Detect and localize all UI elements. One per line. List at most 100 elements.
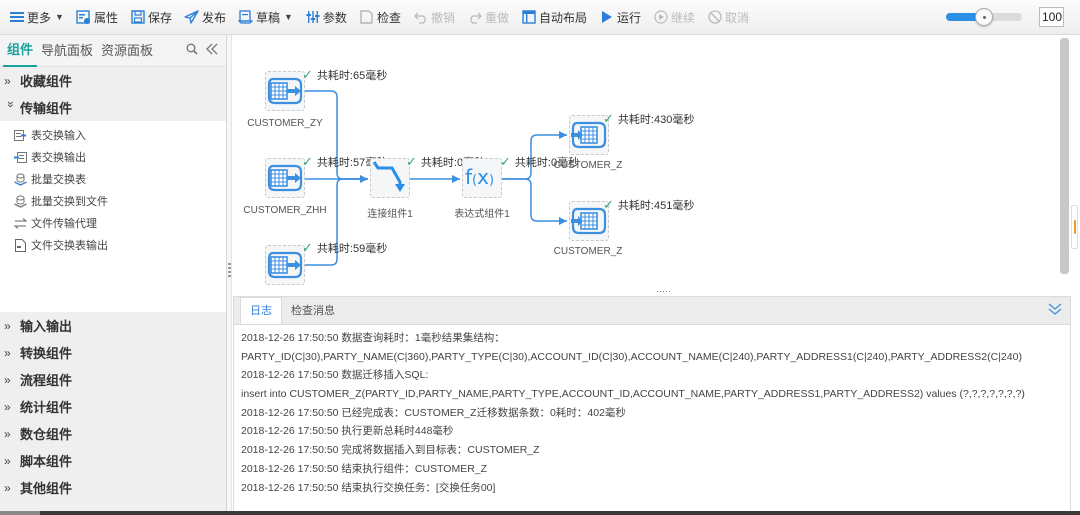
bottom-scrollbar[interactable] (0, 511, 1080, 515)
panel-splitter[interactable] (227, 35, 232, 515)
group-input-output[interactable]: » 输入输出 (0, 312, 226, 339)
group-statistics[interactable]: » 统计组件 (0, 393, 226, 420)
node-status: ✓ 共耗时:65毫秒 (302, 67, 387, 83)
save-icon (130, 9, 146, 25)
node-status: ✓ 共耗时:59毫秒 (302, 240, 387, 256)
edge-arrowhead (360, 175, 368, 183)
flow-node-source-3[interactable] (265, 245, 305, 285)
success-check-icon: ✓ (302, 240, 313, 255)
tab-navigation-panel[interactable]: 导航面板 (37, 35, 97, 67)
node-label: CUSTOMER_Z (553, 246, 623, 257)
group-flow[interactable]: » 流程组件 (0, 366, 226, 393)
undo-button[interactable]: 撤销 (408, 5, 460, 29)
component-file-transfer-agent[interactable]: 文件传输代理 (0, 212, 226, 234)
timing-text: 共耗时:65毫秒 (316, 70, 388, 82)
group-data-warehouse[interactable]: » 数仓组件 (0, 420, 226, 447)
timing-text: 共耗时:430毫秒 (617, 114, 695, 126)
group-favorites[interactable]: » 收藏组件 (0, 67, 226, 94)
component-batch-to-file[interactable]: 批量交换到文件 (0, 190, 226, 212)
log-lines: 2018-12-26 17:50:50 数据查询耗时：1毫秒结果集结构： PAR… (234, 325, 1070, 497)
node-status: ✓ 共耗时:451毫秒 (603, 197, 694, 213)
component-table-output[interactable]: 表交换输出 (0, 146, 226, 168)
flow-node-customer-zy[interactable] (265, 71, 305, 111)
group-script[interactable]: » 脚本组件 (0, 447, 226, 474)
splitter-grip-icon[interactable] (228, 263, 231, 279)
tab-resource-panel[interactable]: 资源面板 (97, 35, 157, 67)
menu-icon (9, 9, 25, 25)
check-button[interactable]: 检查 (354, 5, 406, 29)
check-label: 检查 (376, 10, 401, 25)
log-line: 2018-12-26 17:50:50 数据查询耗时：1毫秒结果集结构： (241, 332, 505, 344)
properties-button[interactable]: 属性 (71, 5, 123, 29)
component-file-table-output[interactable]: 文件交换表输出 (0, 234, 226, 256)
log-line: PARTY_ID(C|30),PARTY_NAME(C|360),PARTY_T… (241, 350, 1022, 363)
tab-log[interactable]: 日志 (240, 297, 282, 324)
join-icon (372, 161, 405, 192)
flow-node-customer-zhh[interactable] (265, 158, 305, 198)
auto-layout-button[interactable]: 自动布局 (516, 5, 592, 29)
collapse-log-icon[interactable] (1048, 302, 1062, 319)
flow-canvas[interactable]: CUSTOMER_ZY ✓ 共耗时:65毫秒 CUSTOMER_ZHH ✓ 共耗时:… (233, 35, 1071, 295)
tab-check-messages[interactable]: 检查消息 (282, 298, 344, 324)
redo-button[interactable]: 重做 (462, 5, 514, 29)
canvas-resize-handle[interactable]: ····· (656, 286, 671, 296)
redo-icon (467, 9, 483, 25)
collapse-chevron-icon: » (4, 100, 18, 108)
bottom-scroll-thumb[interactable] (0, 511, 40, 515)
canvas-vertical-scrollbar[interactable] (1060, 38, 1069, 274)
edge-expr-z2[interactable] (502, 178, 567, 222)
run-button[interactable]: 运行 (594, 5, 646, 29)
item-label: 批量交换到文件 (31, 196, 108, 208)
node-status: ✓ 共耗时:430毫秒 (603, 111, 694, 127)
resume-button[interactable]: 继续 (648, 5, 700, 29)
zoom-slider[interactable] (946, 8, 1022, 26)
batch-exchange-icon (13, 172, 27, 186)
success-check-icon: ✓ (500, 154, 511, 169)
save-button[interactable]: 保存 (125, 5, 177, 29)
flow-node-join[interactable] (370, 158, 410, 198)
node-label: 连接组件1 (367, 209, 413, 220)
log-line: insert into CUSTOMER_Z(PARTY_ID,PARTY_NA… (241, 388, 1025, 401)
group-label: 数仓组件 (20, 427, 73, 442)
group-transfer[interactable]: » 传输组件 (0, 94, 226, 121)
flow-node-expression[interactable]: f(x) (462, 158, 502, 198)
table-input-icon (13, 128, 27, 142)
canvas-scroll-thumb[interactable] (1071, 205, 1078, 249)
tab-components[interactable]: 组件 (3, 35, 38, 67)
play-icon (599, 9, 615, 25)
log-line: 2018-12-26 17:50:50 执行更新总耗时448毫秒 (241, 425, 454, 438)
timing-text: 共耗时:59毫秒 (316, 243, 388, 255)
properties-label: 属性 (93, 10, 118, 25)
more-menu-button[interactable]: 更多 ▼ (4, 5, 69, 29)
transfer-arrows-icon (13, 216, 27, 230)
group-transform[interactable]: » 转换组件 (0, 339, 226, 366)
cancel-label: 取消 (725, 10, 750, 25)
draft-icon (238, 9, 254, 25)
edge-arrowhead (452, 175, 460, 183)
expand-chevron-icon: » (4, 318, 11, 333)
edge-arrowhead (559, 217, 567, 225)
parameters-button[interactable]: 参数 (300, 5, 352, 29)
timing-text: 共耗时:451毫秒 (617, 200, 695, 212)
group-other[interactable]: » 其他组件 (0, 474, 226, 501)
search-icon[interactable] (186, 43, 198, 58)
zoom-level-input[interactable]: 100 (1039, 7, 1064, 27)
draft-button[interactable]: 草稿 ▼ (233, 5, 298, 29)
log-line: 2018-12-26 17:50:50 结束执行组件：CUSTOMER_Z (241, 462, 488, 475)
save-label: 保存 (147, 10, 172, 25)
function-icon: f(x) (465, 165, 495, 189)
undo-icon (413, 9, 429, 25)
redo-label: 重做 (484, 10, 509, 25)
group-label: 脚本组件 (20, 454, 73, 469)
properties-icon (76, 9, 92, 25)
undo-label: 撤销 (430, 10, 455, 25)
publish-button[interactable]: 发布 (179, 5, 231, 29)
item-label: 批量交换表 (31, 174, 86, 186)
component-table-input[interactable]: 表交换输入 (0, 124, 226, 146)
cancel-button[interactable]: 取消 (702, 5, 754, 29)
component-batch-exchange[interactable]: 批量交换表 (0, 168, 226, 190)
collapse-panel-icon[interactable] (206, 43, 218, 58)
auto-layout-icon (521, 9, 537, 25)
zoom-slider-thumb[interactable] (975, 8, 993, 26)
node-label: CUSTOMER_ZY (247, 118, 323, 129)
